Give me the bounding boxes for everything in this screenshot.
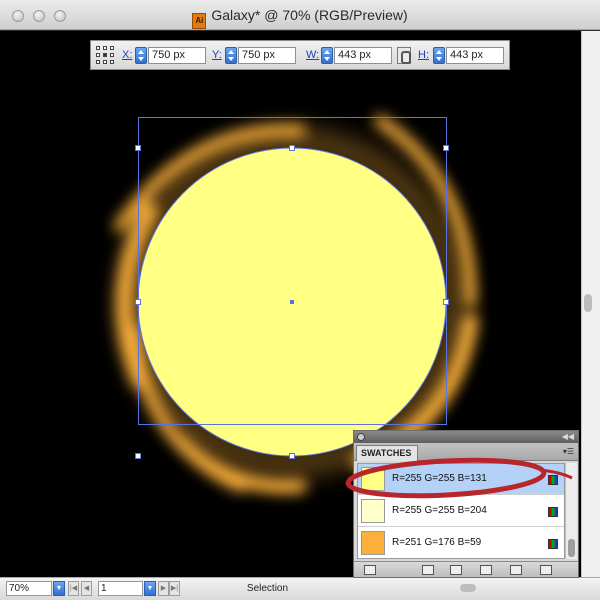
center-point bbox=[290, 300, 294, 304]
rgb-color-mode-icon bbox=[548, 507, 558, 517]
swatch-label: R=255 G=255 B=131 bbox=[392, 473, 487, 484]
panel-collapse-icon[interactable]: ◀◀ bbox=[562, 431, 574, 443]
h-stepper[interactable] bbox=[433, 47, 445, 64]
selection-bounding-box[interactable] bbox=[138, 117, 447, 425]
swatch-row[interactable]: R=251 G=176 B=59 bbox=[358, 528, 564, 559]
h-input[interactable]: 443 px bbox=[446, 47, 504, 64]
constrain-proportions-link-icon[interactable] bbox=[397, 47, 411, 64]
page-dropdown-chevron-icon[interactable]: ▼ bbox=[144, 581, 156, 596]
previous-page-icon[interactable]: ◀ bbox=[81, 581, 92, 596]
status-bar: 70% ▼ |◀ ◀ 1 ▼ ▶ ▶| Selection bbox=[0, 577, 600, 600]
handle-middle-left[interactable] bbox=[135, 299, 141, 305]
zoom-dropdown-chevron-icon[interactable]: ▼ bbox=[53, 581, 65, 596]
handle-middle-right[interactable] bbox=[443, 299, 449, 305]
swatches-panel: ◀◀ SWATCHES ▾☰ R=255 G=255 B=131 R=255 G… bbox=[353, 430, 579, 578]
handle-top-center[interactable] bbox=[289, 145, 295, 151]
show-swatch-kinds-icon[interactable] bbox=[422, 565, 434, 575]
w-stepper[interactable] bbox=[321, 47, 333, 64]
h-label: H: bbox=[418, 49, 429, 61]
new-swatch-icon[interactable] bbox=[510, 565, 522, 575]
rgb-color-mode-icon bbox=[548, 475, 558, 485]
swatch-row[interactable]: R=255 G=255 B=204 bbox=[358, 496, 564, 527]
rgb-color-mode-icon bbox=[548, 539, 558, 549]
x-input[interactable]: 750 px bbox=[148, 47, 206, 64]
transform-control-bar: X: 750 px Y: 750 px W: 443 px H: 443 px bbox=[90, 40, 510, 70]
page-number-field[interactable]: 1 bbox=[98, 581, 143, 596]
handle-top-right[interactable] bbox=[443, 145, 449, 151]
handle-top-left[interactable] bbox=[135, 145, 141, 151]
tab-swatches[interactable]: SWATCHES bbox=[356, 445, 418, 461]
reference-point-icon[interactable] bbox=[96, 46, 114, 64]
handle-bottom-center[interactable] bbox=[289, 453, 295, 459]
window-title: Ai Galaxy* @ 70% (RGB/Preview) bbox=[0, 7, 600, 29]
status-mode-label[interactable]: Selection bbox=[175, 581, 360, 596]
swatch-color bbox=[361, 531, 385, 555]
panel-menu-icon[interactable]: ▾☰ bbox=[560, 447, 574, 457]
panel-header: ◀◀ bbox=[354, 431, 578, 443]
new-color-group-icon[interactable] bbox=[480, 565, 492, 575]
delete-swatch-icon[interactable] bbox=[540, 565, 552, 575]
y-label: Y: bbox=[212, 49, 222, 61]
panel-tab-row: SWATCHES ▾☰ bbox=[354, 443, 578, 461]
first-page-icon[interactable]: |◀ bbox=[68, 581, 79, 596]
panel-scroll-thumb[interactable] bbox=[568, 539, 575, 557]
y-stepper[interactable] bbox=[225, 47, 237, 64]
swatch-options-icon[interactable] bbox=[450, 565, 462, 575]
w-input[interactable]: 443 px bbox=[334, 47, 392, 64]
zoom-level-field[interactable]: 70% bbox=[6, 581, 52, 596]
swatch-label: R=255 G=255 B=204 bbox=[392, 505, 487, 516]
window-titlebar: Ai Galaxy* @ 70% (RGB/Preview) bbox=[0, 0, 600, 30]
panel-footer bbox=[354, 561, 578, 577]
x-stepper[interactable] bbox=[135, 47, 147, 64]
swatch-color bbox=[361, 467, 385, 491]
vertical-scroll-thumb[interactable] bbox=[584, 294, 592, 312]
swatch-row[interactable]: R=255 G=255 B=131 bbox=[358, 464, 564, 495]
swatch-label: R=251 G=176 B=59 bbox=[392, 537, 482, 548]
swatch-color bbox=[361, 499, 385, 523]
window-title-text: Galaxy* @ 70% (RGB/Preview) bbox=[211, 7, 408, 23]
horizontal-scroll-thumb[interactable] bbox=[460, 584, 476, 592]
swatch-libraries-menu-icon[interactable] bbox=[364, 565, 376, 575]
illustrator-icon: Ai bbox=[192, 13, 207, 29]
next-page-icon[interactable]: ▶ bbox=[158, 581, 169, 596]
w-label: W: bbox=[306, 49, 320, 61]
panel-close-icon[interactable] bbox=[357, 433, 365, 441]
swatch-list: R=255 G=255 B=131 R=255 G=255 B=204 R=25… bbox=[357, 463, 565, 559]
handle-bottom-left[interactable] bbox=[135, 453, 141, 459]
y-input[interactable]: 750 px bbox=[238, 47, 296, 64]
x-label: X: bbox=[122, 49, 133, 61]
